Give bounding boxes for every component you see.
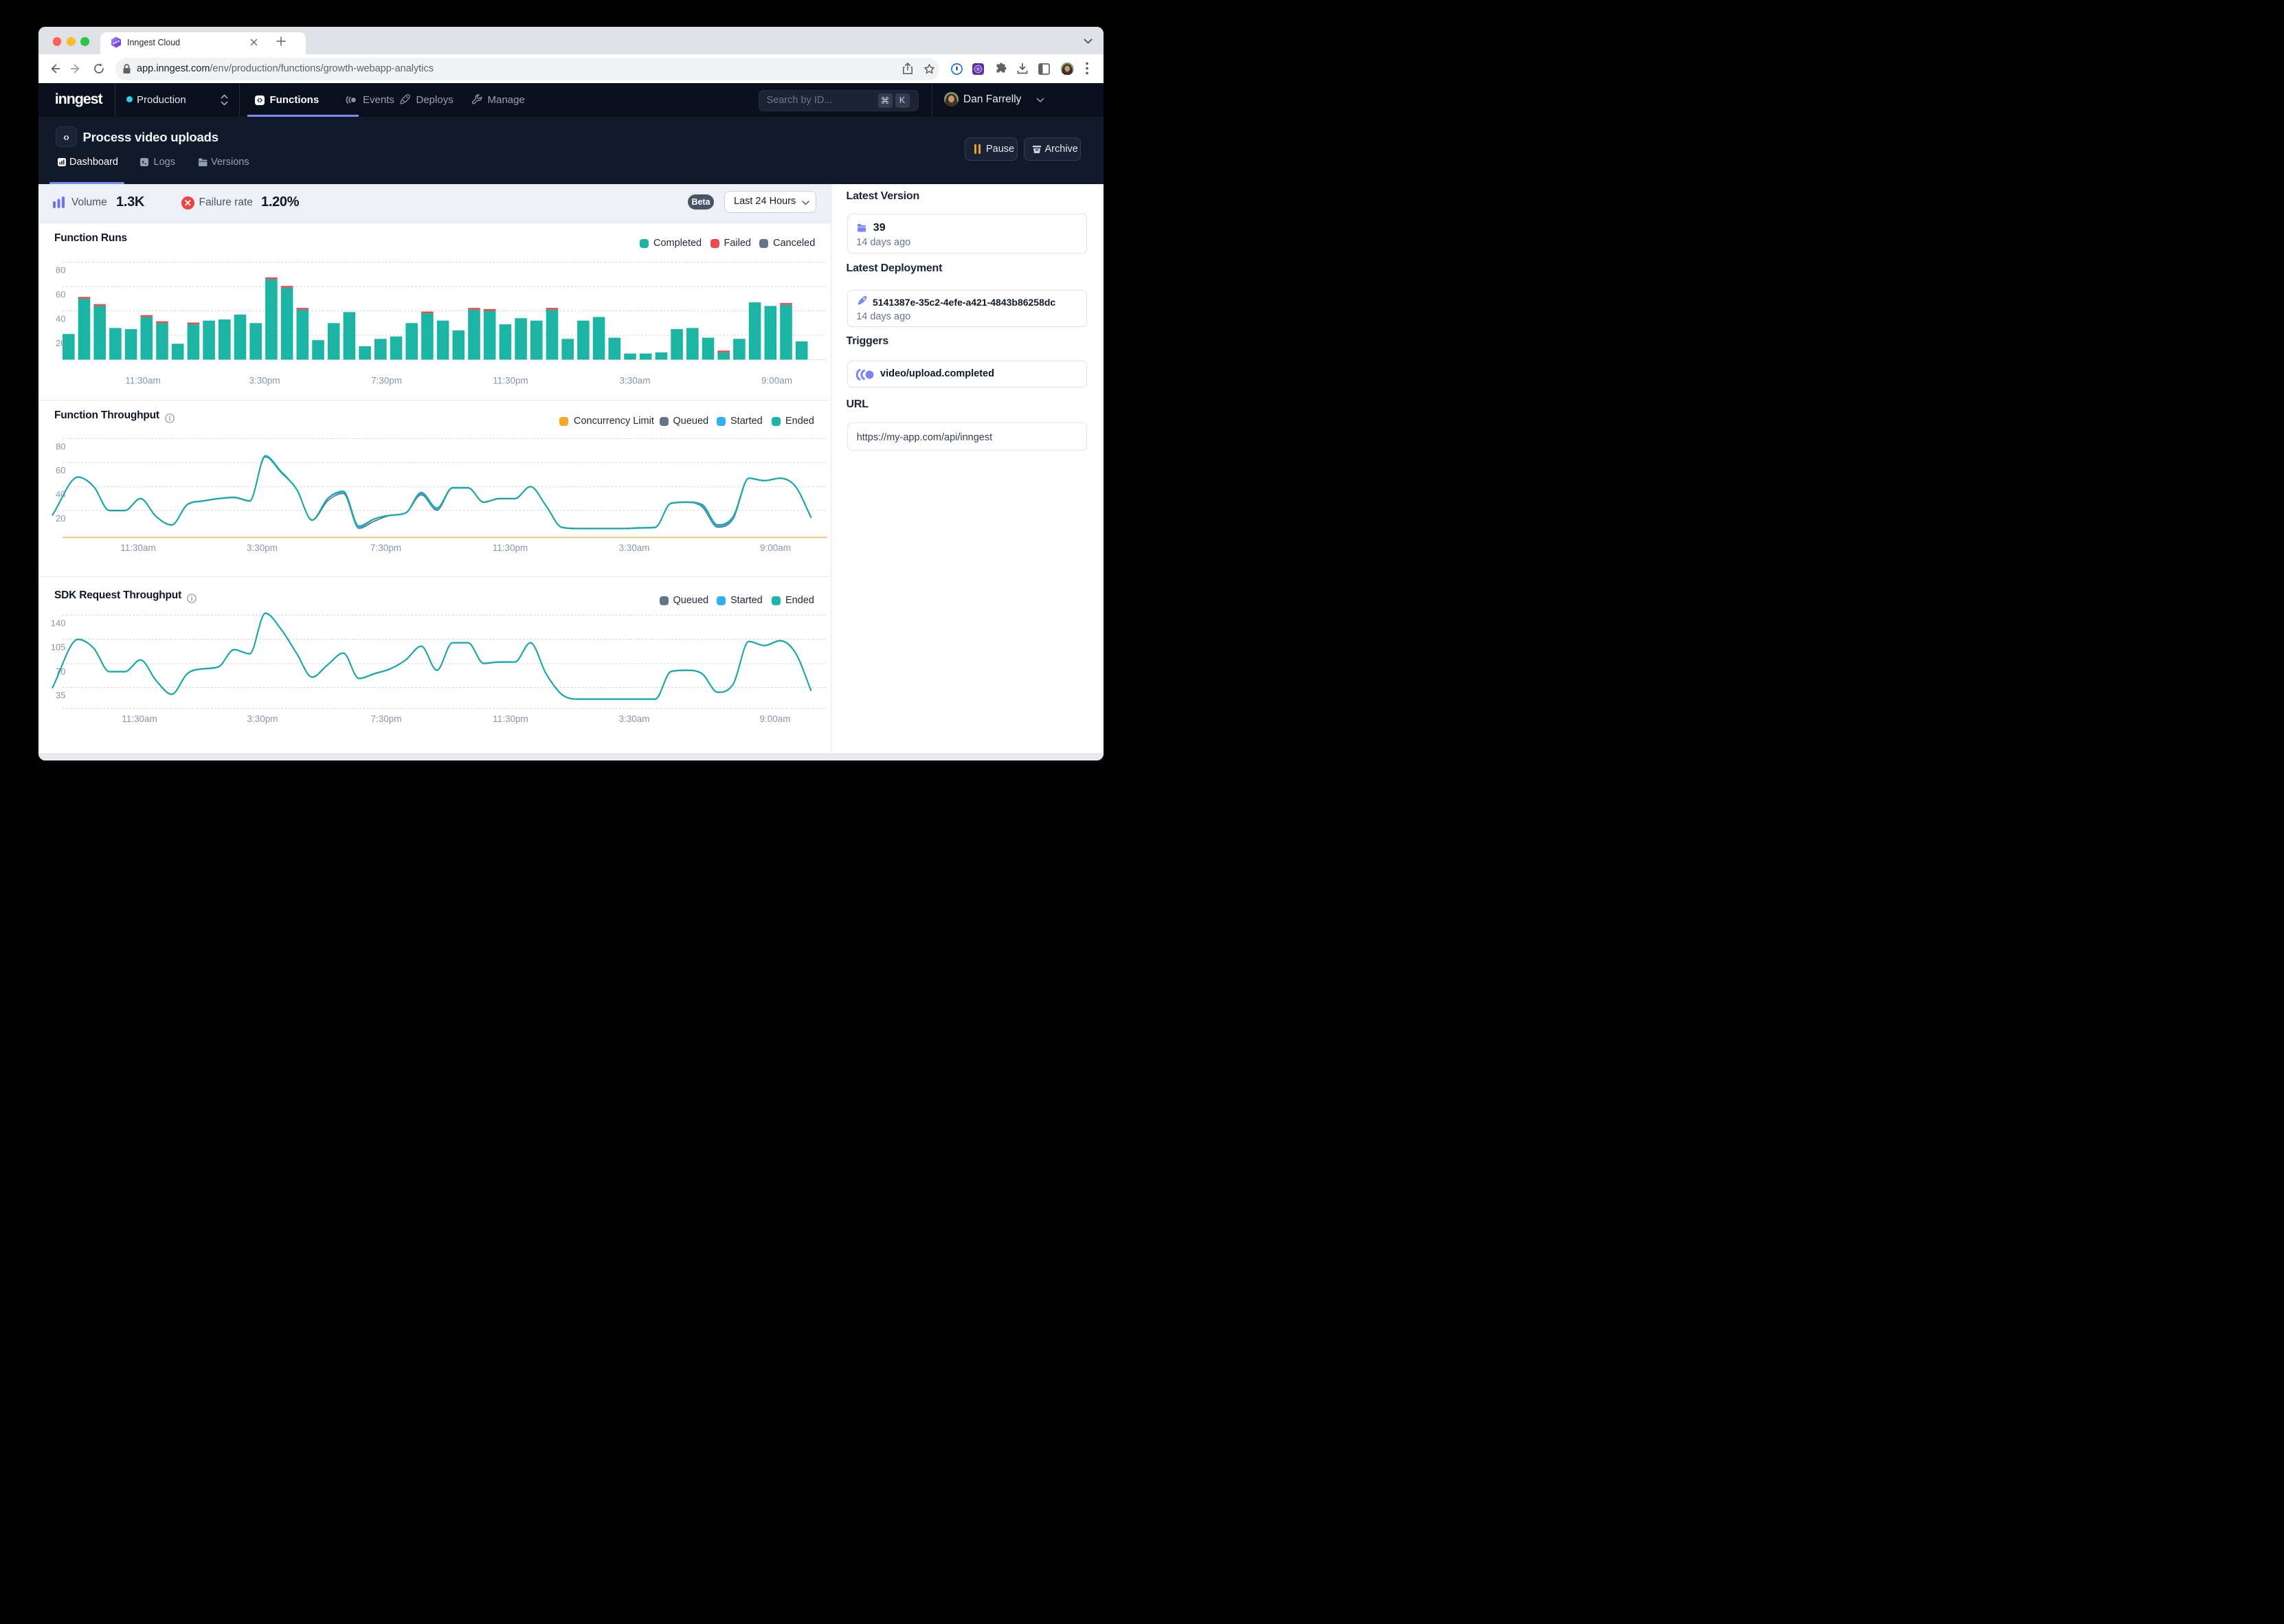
svg-text:3:30am: 3:30am — [619, 376, 650, 386]
svg-text:11:30pm: 11:30pm — [493, 714, 528, 724]
svg-text:11:30am: 11:30am — [125, 376, 161, 386]
svg-text:7:30pm: 7:30pm — [370, 714, 401, 724]
svg-text:60: 60 — [56, 465, 65, 475]
svg-text:60: 60 — [56, 289, 65, 300]
svg-text:105: 105 — [51, 642, 66, 652]
svg-text:80: 80 — [56, 265, 65, 275]
svg-text:9:00am: 9:00am — [760, 543, 791, 553]
svg-text:3:30pm: 3:30pm — [247, 714, 278, 724]
svg-text:20: 20 — [56, 513, 65, 523]
svg-text:3:30pm: 3:30pm — [249, 376, 280, 386]
svg-text:70: 70 — [56, 666, 65, 677]
svg-text:9:00am: 9:00am — [761, 376, 792, 386]
svg-text:20: 20 — [56, 338, 65, 348]
svg-text:11:30am: 11:30am — [120, 543, 156, 553]
svg-text:11:30pm: 11:30pm — [493, 543, 528, 553]
svg-text:35: 35 — [56, 690, 65, 700]
svg-text:7:30pm: 7:30pm — [370, 543, 401, 553]
svg-text:3:30pm: 3:30pm — [247, 543, 278, 553]
svg-text:11:30pm: 11:30pm — [493, 376, 528, 386]
svg-text:9:00am: 9:00am — [759, 714, 790, 724]
svg-text:40: 40 — [56, 313, 65, 324]
svg-text:3:30am: 3:30am — [618, 543, 649, 553]
svg-text:80: 80 — [56, 441, 65, 451]
svg-text:3:30am: 3:30am — [618, 714, 649, 724]
svg-text:140: 140 — [51, 618, 66, 628]
svg-text:40: 40 — [56, 489, 65, 499]
svg-text:7:30pm: 7:30pm — [371, 376, 402, 386]
svg-text:11:30am: 11:30am — [122, 714, 157, 724]
